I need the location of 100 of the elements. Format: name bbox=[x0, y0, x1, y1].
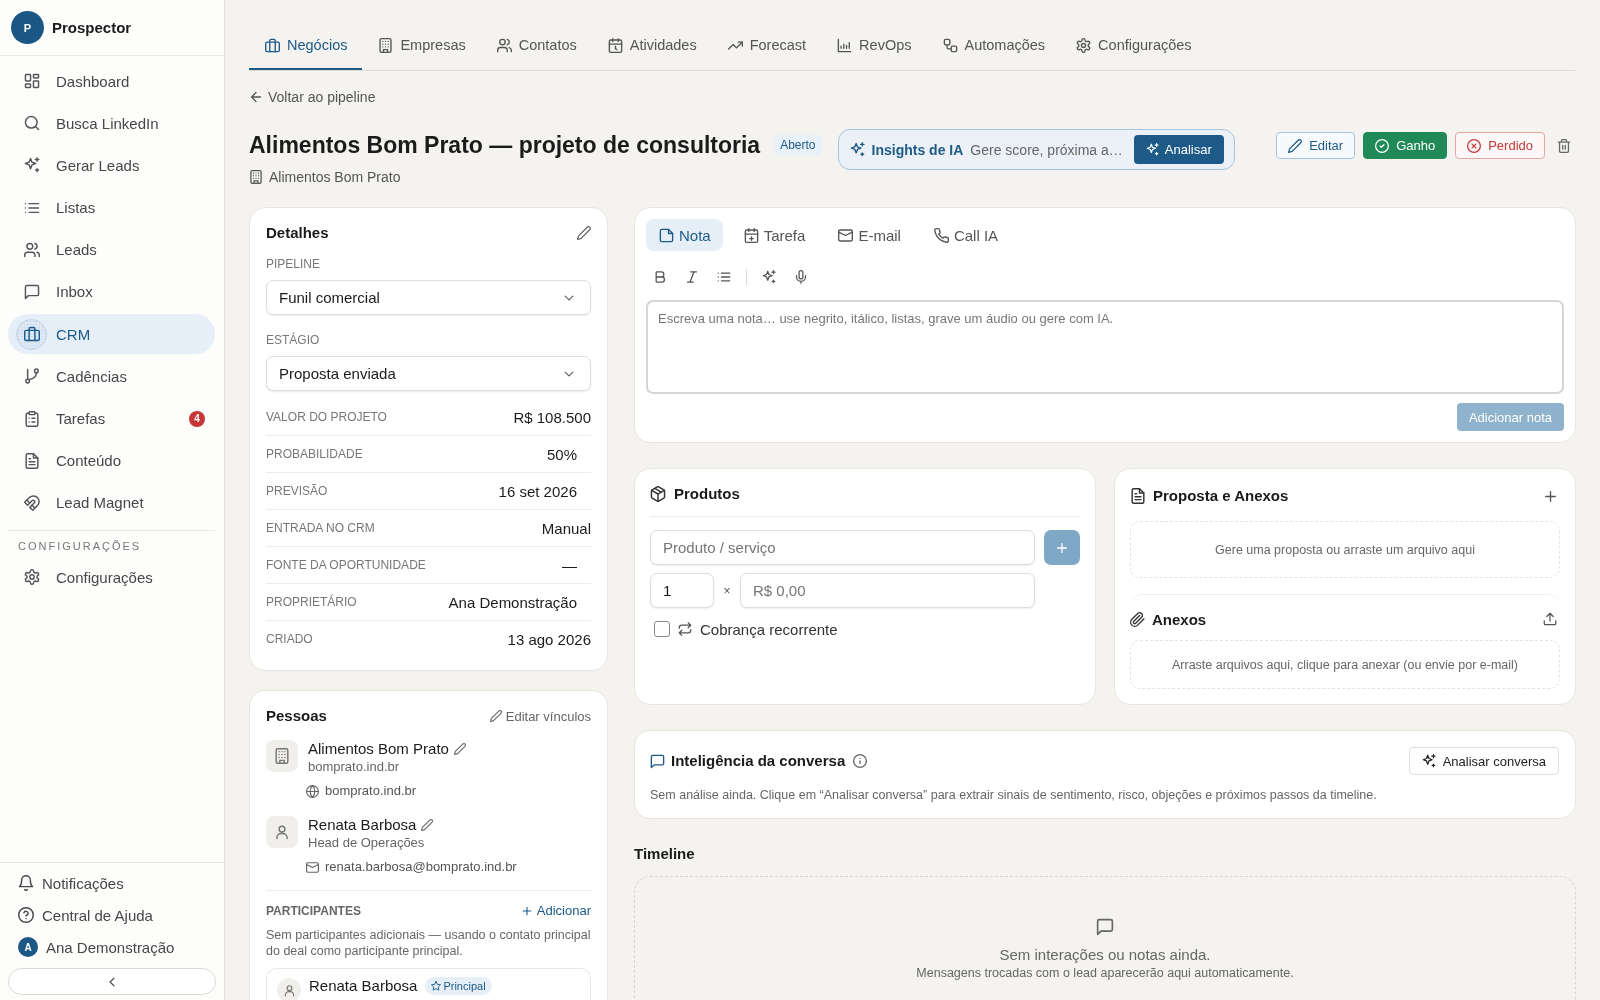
conversation-hint: Sem análise ainda. Clique em “Analisar conversa” para extrair sinais de sentimento, risco, objeções e próximos passos da timeline. bbox=[650, 787, 1378, 803]
dropdown[interactable]: Proposta enviada bbox=[266, 356, 591, 391]
pencil-icon bbox=[577, 226, 591, 240]
user-profile[interactable]: A Ana Demonstração bbox=[8, 931, 216, 963]
user-icon bbox=[266, 816, 298, 848]
section-heading: CONFIGURAÇÕES bbox=[17, 539, 143, 554]
pencil-icon bbox=[489, 710, 502, 722]
participants-note: Sem participantes adicionais — usando o contato principal do deal como participante principal. bbox=[266, 928, 591, 959]
document-icon bbox=[1130, 488, 1146, 504]
chat-bubble-icon bbox=[24, 283, 40, 300]
edit-links-button[interactable]: Editar vínculos bbox=[489, 708, 591, 724]
nav-tab[interactable]: Forecast bbox=[711, 22, 822, 70]
nav-tab[interactable]: Contatos bbox=[480, 22, 592, 70]
product-input[interactable]: Produto / serviço bbox=[650, 530, 1035, 565]
nav-tab[interactable]: Negócios bbox=[249, 22, 363, 70]
checkbox-label[interactable]: Cobrança recorrente bbox=[700, 620, 838, 638]
sidebar-item[interactable]: Configurações bbox=[8, 557, 215, 598]
chat-bubble-icon bbox=[650, 753, 665, 769]
lost-button[interactable]: Perdido bbox=[1455, 132, 1545, 159]
composer-tab[interactable]: Nota bbox=[646, 219, 723, 251]
calendar-icon bbox=[743, 227, 759, 243]
sidebar-item[interactable]: Conteúdo bbox=[8, 440, 215, 481]
price-input[interactable]: R$ 0,00 bbox=[740, 573, 1035, 608]
note-input[interactable]: Escreva uma nota… use negrito, itálico, listas, grave um áudio ou gere com IA. bbox=[646, 300, 1564, 394]
field-label: ESTÁGIO bbox=[266, 332, 321, 348]
dropdown[interactable]: Funil comercial bbox=[266, 280, 591, 315]
footer-link[interactable]: Central de Ajuda bbox=[8, 899, 216, 931]
sidebar-item[interactable]: Busca LinkedIn bbox=[8, 103, 215, 144]
workflow-icon bbox=[942, 37, 958, 53]
won-button[interactable]: Ganho bbox=[1363, 132, 1448, 159]
italic-icon bbox=[685, 270, 699, 284]
sidebar-item[interactable]: Inbox bbox=[8, 271, 215, 312]
search-icon bbox=[24, 115, 40, 132]
field-label: PREVISÃO bbox=[266, 484, 328, 498]
analyze-conversation-button[interactable]: Analisar conversa bbox=[1408, 747, 1559, 775]
website-text: bomprato.ind.br bbox=[308, 758, 401, 776]
section-title: Anexos bbox=[1152, 610, 1207, 628]
sparkle-icon bbox=[24, 157, 40, 174]
calendar-icon bbox=[607, 37, 623, 53]
field-value: Ana Demonstração bbox=[448, 593, 577, 611]
dropzone[interactable]: Arraste arquivos aqui, clique para anexar (ou envie por e-mail) bbox=[1130, 640, 1560, 689]
sparkle-icon bbox=[1421, 754, 1436, 768]
field-value: — bbox=[562, 556, 577, 574]
mail-icon bbox=[306, 860, 319, 874]
website-link[interactable]: bomprato.ind.br bbox=[325, 782, 417, 800]
edit-button[interactable] bbox=[577, 226, 591, 240]
sidebar-item[interactable]: Listas bbox=[8, 187, 215, 228]
people-icon bbox=[496, 37, 512, 53]
briefcase-icon bbox=[265, 37, 280, 53]
document-icon bbox=[24, 452, 40, 469]
email-link[interactable]: renata.barbosa@bomprato.ind.br bbox=[325, 858, 517, 876]
building-icon bbox=[266, 740, 298, 772]
brand-name: Prospector bbox=[52, 19, 132, 36]
plus-icon bbox=[1542, 488, 1558, 504]
analyze-button[interactable]: Analisar bbox=[1133, 135, 1224, 164]
status-badge: Aberto bbox=[774, 135, 822, 155]
sidebar-item[interactable]: CRM bbox=[8, 314, 215, 355]
globe-icon bbox=[306, 784, 319, 798]
card-title: Pessoas bbox=[266, 706, 327, 726]
nav-tab[interactable]: Empresas bbox=[362, 22, 481, 70]
sidebar-item[interactable]: Tarefas 4 bbox=[8, 398, 215, 439]
nav-tab[interactable]: Atividades bbox=[591, 22, 712, 70]
box-icon bbox=[650, 486, 666, 502]
role-label: Principal bbox=[443, 980, 486, 992]
field-value: 16 set 2026 bbox=[498, 482, 577, 500]
microphone-icon bbox=[794, 270, 808, 284]
sidebar-item[interactable]: Dashboard bbox=[8, 61, 215, 101]
card-title: Proposta e Anexos bbox=[1153, 486, 1289, 506]
nav-tab[interactable]: Configurações bbox=[1060, 22, 1207, 70]
section-title: Timeline bbox=[634, 844, 695, 864]
dropzone[interactable]: Gere uma proposta ou arraste um arquivo aqui bbox=[1130, 521, 1560, 578]
people-icon bbox=[24, 241, 40, 258]
sidebar-item[interactable]: Leads bbox=[8, 229, 215, 270]
quantity-input[interactable]: 1 bbox=[650, 573, 714, 608]
nav-tab[interactable]: Automações bbox=[926, 22, 1061, 70]
repeat-icon bbox=[678, 622, 692, 636]
field-label: CRIADO bbox=[266, 632, 313, 646]
sidebar-item[interactable]: Cadências bbox=[8, 356, 215, 397]
checkbox[interactable] bbox=[654, 621, 670, 637]
composer-tab[interactable]: Tarefa bbox=[730, 219, 818, 251]
sidebar-item[interactable]: Gerar Leads bbox=[8, 145, 215, 186]
mail-icon bbox=[838, 227, 854, 243]
info-icon bbox=[853, 754, 868, 768]
add-participant-link[interactable]: Adicionar bbox=[520, 903, 591, 919]
edit-button[interactable]: Editar bbox=[1276, 132, 1356, 159]
field-value: 13 ago 2026 bbox=[507, 630, 591, 648]
composer-tab[interactable]: Call IA bbox=[920, 219, 1011, 251]
pencil-icon[interactable] bbox=[421, 819, 434, 831]
card-title: Produtos bbox=[674, 484, 740, 504]
nav-tab[interactable]: RevOps bbox=[821, 22, 927, 70]
help-icon bbox=[18, 907, 34, 923]
sparkle-icon bbox=[1145, 143, 1159, 156]
back-link[interactable]: Voltar ao pipeline bbox=[249, 88, 376, 106]
sidebar-item[interactable]: Lead Magnet bbox=[8, 482, 215, 523]
composer-tab[interactable]: E-mail bbox=[825, 219, 913, 251]
footer-link[interactable]: Notificações bbox=[8, 867, 216, 899]
card-title: Inteligência da conversa bbox=[671, 751, 846, 771]
clipboard-icon bbox=[24, 410, 40, 427]
pencil-icon[interactable] bbox=[453, 743, 466, 755]
field-label: PROBABILIDADE bbox=[266, 447, 363, 461]
